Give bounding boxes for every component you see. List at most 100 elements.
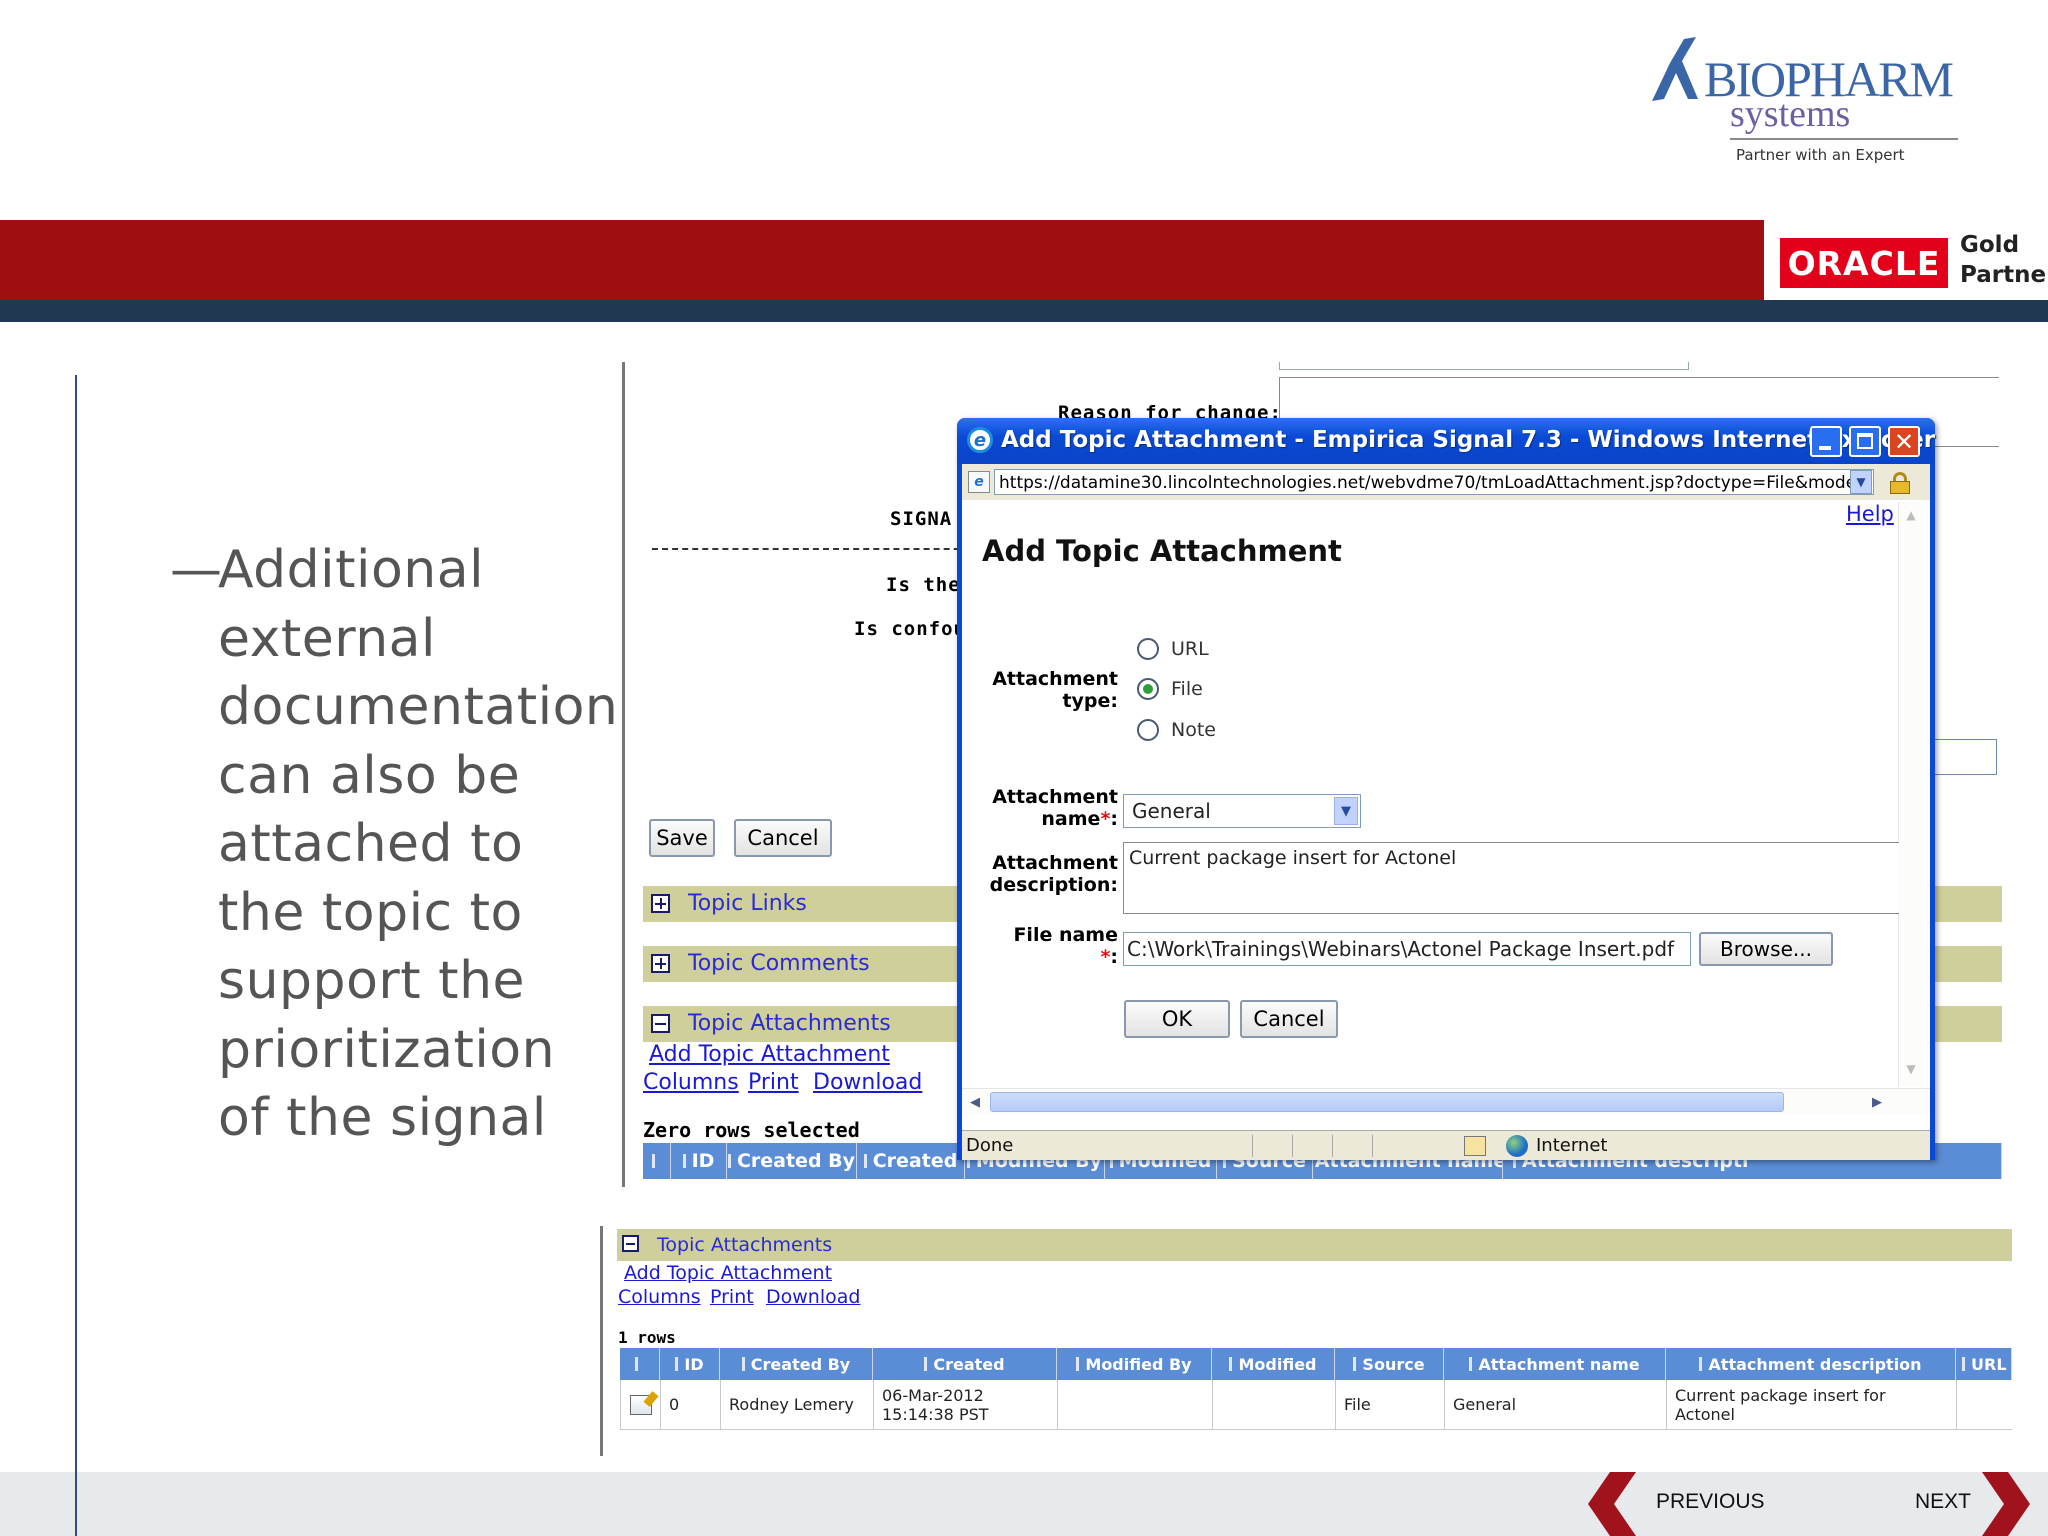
minus-bar — [626, 1242, 635, 1245]
attachment-description-label-text: Attachment description: — [989, 852, 1118, 896]
cell-modified — [1213, 1380, 1336, 1429]
expand-plus-icon[interactable] — [651, 954, 670, 973]
navy-band — [0, 300, 2048, 322]
cell-description-line2: Actonel — [1675, 1404, 1735, 1424]
url-dropdown-button[interactable]: ▼ — [1850, 470, 1872, 494]
cell-attachment-name: General — [1445, 1380, 1667, 1429]
grid-header-modified-by[interactable]: Modified By — [1057, 1348, 1212, 1380]
bullet-text: Additional external documentation can al… — [218, 540, 619, 1148]
is-the-label: Is the — [886, 574, 961, 596]
result-columns-link[interactable]: Columns — [618, 1286, 701, 1308]
url-radio[interactable] — [1137, 638, 1159, 660]
save-button[interactable]: Save — [649, 819, 715, 857]
grid-header-created-by[interactable]: Created By — [727, 1143, 857, 1179]
topic-comments-label[interactable]: Topic Comments — [688, 951, 870, 976]
add-topic-attachment-link[interactable]: Add Topic Attachment — [649, 1042, 890, 1067]
grid-header-id[interactable]: ID — [660, 1348, 720, 1380]
attachment-name-select[interactable]: General ▼ — [1123, 794, 1361, 828]
file-name-input[interactable]: C:\Work\Trainings\Webinars\Actonel Packa… — [1123, 932, 1691, 966]
status-text: Done — [966, 1135, 1014, 1156]
grid-header-created[interactable]: Created — [873, 1348, 1057, 1380]
grid-header-url[interactable]: URL — [1956, 1348, 2012, 1380]
cell-created-time: 15:14:38 PST — [882, 1404, 989, 1424]
result-download-link[interactable]: Download — [766, 1286, 860, 1308]
file-radio[interactable] — [1137, 678, 1159, 700]
grid-header-created-by[interactable]: Created By — [720, 1348, 873, 1380]
result-print-link[interactable]: Print — [710, 1286, 754, 1308]
cancel-button[interactable]: Cancel — [734, 819, 832, 857]
note-option-label[interactable]: Note — [1171, 719, 1216, 741]
result-topic-attachments-bar[interactable]: Topic Attachments — [617, 1229, 2012, 1261]
next-label[interactable]: NEXT — [1915, 1490, 1971, 1514]
grid-header-modified[interactable]: Modified — [1212, 1348, 1335, 1380]
download-link[interactable]: Download — [813, 1070, 922, 1095]
zero-rows-label: Zero rows selected — [643, 1118, 860, 1142]
red-band — [0, 220, 1764, 300]
dialog-cancel-button[interactable]: Cancel — [1240, 1000, 1338, 1038]
previous-label[interactable]: PREVIOUS — [1656, 1490, 1765, 1514]
columns-link[interactable]: Columns — [643, 1070, 739, 1095]
left-rule-footer — [75, 1472, 77, 1536]
bullet-dash: — — [170, 540, 222, 600]
close-icon: ✕ — [1893, 427, 1915, 456]
print-link[interactable]: Print — [748, 1070, 799, 1095]
protected-mode-icon — [1464, 1136, 1486, 1156]
status-divider — [1372, 1135, 1373, 1157]
topic-attachments-label[interactable]: Topic Attachments — [688, 1011, 891, 1036]
signal-label: SIGNA — [890, 508, 953, 530]
logo-systems-text: systems — [1730, 93, 1851, 135]
dialog-titlebar[interactable]: e Add Topic Attachment - Empirica Signal… — [957, 418, 1935, 464]
result-add-topic-attachment-link[interactable]: Add Topic Attachment — [624, 1262, 832, 1284]
scroll-up-arrow[interactable]: ▲ — [1901, 504, 1921, 526]
cell-description-line1: Current package insert for — [1675, 1385, 1886, 1405]
dialog-heading: Add Topic Attachment — [982, 534, 1342, 568]
browse-button[interactable]: Browse... — [1699, 932, 1833, 966]
ok-button[interactable]: OK — [1124, 1000, 1230, 1038]
scroll-right-arrow[interactable]: ▶ — [1866, 1091, 1888, 1113]
required-mark: * — [1100, 946, 1111, 968]
next-button[interactable]: NEXT — [1900, 1472, 2048, 1536]
grid-header-attachment-description[interactable]: Attachment description — [1666, 1348, 1956, 1380]
collapse-minus-icon[interactable] — [651, 1014, 670, 1033]
collapse-minus-icon[interactable] — [622, 1235, 639, 1252]
url-field[interactable]: https://datamine30.lincolntechnologies.n… — [994, 469, 1874, 495]
result-topic-attachments-label[interactable]: Topic Attachments — [657, 1234, 832, 1256]
attachment-description-value: Current package insert for Actonel — [1129, 847, 1457, 869]
close-button[interactable]: ✕ — [1888, 426, 1920, 457]
url-option-label[interactable]: URL — [1171, 638, 1209, 660]
grid-header-attachment-name[interactable]: Attachment name — [1444, 1348, 1666, 1380]
dialog-body: Help ▲ ▼ Add Topic Attachment Attachment… — [962, 500, 1930, 1130]
previous-button[interactable]: PREVIOUS — [1588, 1472, 1828, 1536]
edit-note-icon[interactable] — [629, 1390, 659, 1415]
help-link[interactable]: Help — [1846, 502, 1894, 526]
edit-row-icon[interactable] — [621, 1380, 661, 1429]
scroll-down-arrow[interactable]: ▼ — [1901, 1058, 1921, 1080]
maximize-icon — [1857, 433, 1873, 449]
table-row[interactable]: 0 Rodney Lemery 06-Mar-2012 15:14:38 PST… — [620, 1380, 2012, 1430]
vertical-scrollbar[interactable]: ▲ ▼ — [1898, 502, 1922, 1086]
scroll-left-arrow[interactable]: ◀ — [964, 1091, 986, 1113]
gold-text: Gold — [1960, 232, 2020, 258]
result-left-border — [600, 1226, 603, 1456]
reason-field-top — [1279, 362, 1689, 370]
grid-header-source[interactable]: Source — [1335, 1348, 1444, 1380]
minimize-button[interactable] — [1810, 426, 1842, 457]
select-dropdown-button[interactable]: ▼ — [1334, 797, 1358, 825]
topic-links-label[interactable]: Topic Links — [688, 891, 807, 916]
file-option-label[interactable]: File — [1171, 678, 1203, 700]
scroll-thumb[interactable] — [990, 1092, 1784, 1112]
left-rule — [75, 375, 77, 1536]
lock-icon[interactable] — [1890, 472, 1910, 494]
maximize-button[interactable] — [1849, 426, 1881, 457]
attachment-type-label: Attachment type: — [962, 668, 1118, 712]
grid-header-created[interactable]: Created — [857, 1143, 965, 1179]
attachment-name-value: General — [1132, 799, 1211, 823]
globe-icon — [1506, 1135, 1528, 1157]
horizontal-scrollbar[interactable]: ◀ ▶ — [962, 1088, 1930, 1114]
lock-body — [1890, 481, 1910, 494]
biopharm-swoosh-icon — [1652, 37, 1698, 101]
expand-plus-icon[interactable] — [651, 894, 670, 913]
note-radio[interactable] — [1137, 719, 1159, 741]
attachment-description-textarea[interactable]: Current package insert for Actonel — [1123, 842, 1899, 914]
grid-header-id[interactable]: ID — [671, 1143, 727, 1179]
